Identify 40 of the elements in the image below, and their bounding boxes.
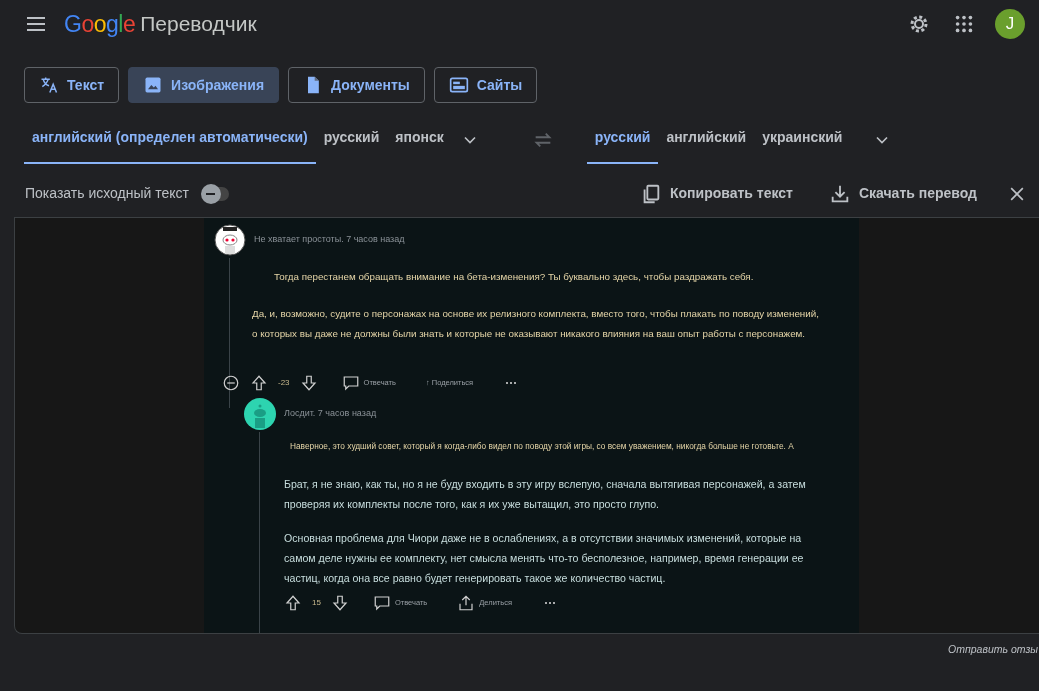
comment-icon <box>372 594 391 612</box>
image-icon <box>143 75 164 95</box>
downvote-icon[interactable] <box>299 374 318 392</box>
translate-icon <box>39 75 59 95</box>
vote-count: 15 <box>312 597 321 609</box>
action-button[interactable]: Копировать текст <box>634 181 799 206</box>
mode-tab[interactable]: Сайты <box>433 67 538 103</box>
web-icon <box>448 75 469 95</box>
language-tab[interactable]: русский <box>586 115 659 164</box>
app-name: Переводчик <box>140 11 257 38</box>
action-button[interactable]: Скачать перевод <box>822 181 983 206</box>
comment-meta: Не хватает простоты. 7 часов назад <box>254 233 405 247</box>
mode-tab[interactable]: Изображения <box>128 67 280 103</box>
feedback-link[interactable]: Отправить отзы <box>948 643 1038 655</box>
upvote-icon[interactable] <box>250 374 268 392</box>
comment-text: Брат, я не знаю, как ты, но я не буду входить в эту игру вслепую, сначала вытягивая персонажей, а затем проверяя их комплекты после того, как я их уже вытащил, это просто глупо. <box>284 477 807 512</box>
language-tab[interactable]: японск <box>387 115 452 164</box>
comment-text: Тогда перестанем обращать внимание на бета-изменения? Ты буквально здесь, чтобы раздражать себя. <box>274 270 755 284</box>
comment-meta: Лосдит. 7 часов назад <box>284 407 377 421</box>
apps-icon[interactable] <box>953 13 975 35</box>
comment-text: Наверное, это худший совет, который я когда-либо видел по поводу этой игры, со всем уважением, никогда больше не готовьте. А <box>290 440 795 453</box>
collapse-icon[interactable] <box>222 374 240 392</box>
comment-text: Основная проблема для Чиори даже не в ослаблениях, а в отсутствии значимых изменений, которые на самом деле нужны ее комплекту, нет смысла менять что-то бесполезное, например, время генерации ее частиц, когда она все равно будет генерировать такое же количество частиц. <box>284 531 805 586</box>
comment-text: Да, и, возможно, судите о персонажах на основе их релизного комплекта, вместо того, чтобы плакать по поводу изменений, о которых вы даже не должны были знать и которые не оказывают никакого влияния на ваш опыт работы с персонажем. <box>252 307 819 341</box>
avatar-icon <box>244 398 276 430</box>
mode-tab[interactable]: Документы <box>288 67 425 103</box>
vote-count: -23 <box>278 377 290 389</box>
avatar-icon <box>214 224 246 256</box>
downvote-icon[interactable] <box>330 594 349 612</box>
language-tab[interactable]: английский <box>658 115 755 164</box>
toggle-label: Показать исходный текст <box>25 184 189 203</box>
upvote-icon[interactable] <box>284 594 302 612</box>
logo: Google <box>64 9 136 39</box>
language-tab[interactable]: русский <box>315 115 388 164</box>
language-tab[interactable]: украинский <box>754 115 851 164</box>
mode-tab[interactable]: Текст <box>24 67 120 103</box>
comment-icon <box>341 374 360 392</box>
share-icon <box>457 594 476 612</box>
toggle-switch[interactable] <box>202 186 229 201</box>
language-tab[interactable]: английский (определен автоматически) <box>24 115 316 164</box>
